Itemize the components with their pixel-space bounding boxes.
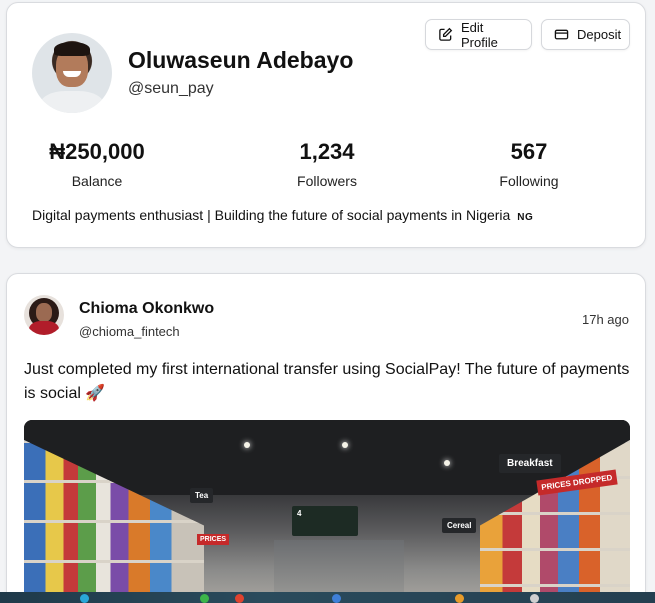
followers-value: 1,234	[299, 139, 355, 164]
edit-profile-button[interactable]: Edit Profile	[425, 19, 532, 50]
profile-handle: @seun_pay	[128, 80, 214, 97]
taskbar-icon[interactable]	[455, 594, 464, 603]
sign-left-price: PRICES	[197, 534, 230, 545]
profile-bio: Digital payments enthusiast | Building t…	[32, 207, 533, 223]
taskbar-icon[interactable]	[80, 594, 89, 603]
avatar-top	[29, 321, 59, 335]
credit-card-icon	[554, 29, 569, 40]
post-timestamp: 17h ago	[582, 312, 629, 327]
edit-profile-label: Edit Profile	[461, 19, 498, 50]
taskbar-icon[interactable]	[530, 594, 539, 603]
ceiling-light	[342, 442, 348, 448]
profile-name: Oluwaseun Adebayo	[128, 47, 354, 73]
bio-text: Digital payments enthusiast | Building t…	[32, 207, 511, 223]
following-value: 567	[510, 139, 548, 164]
stat-following[interactable]: 567 Following	[439, 139, 619, 189]
taskbar	[0, 592, 655, 603]
post-author-handle[interactable]: @chioma_fintech	[79, 324, 180, 339]
avatar-shirt	[40, 91, 104, 113]
post-image-supermarket-aisle[interactable]: Breakfast Tea Cereal 4 PRICES DROPPED PR…	[24, 420, 630, 603]
profile-avatar[interactable]	[32, 33, 112, 113]
taskbar-icon[interactable]	[332, 594, 341, 603]
stat-followers[interactable]: 1,234 Followers	[237, 139, 417, 189]
stat-balance: ₦250,000 Balance	[7, 139, 187, 189]
post-card: Chioma Okonkwo @chioma_fintech 17h ago J…	[6, 273, 646, 603]
balance-value: ₦250,000	[49, 139, 145, 164]
balance-label: Balance	[71, 173, 123, 189]
post-text: Just completed my first international tr…	[24, 361, 630, 402]
taskbar-icon[interactable]	[200, 594, 209, 603]
taskbar-icon[interactable]	[235, 594, 244, 603]
avatar-face	[36, 303, 52, 322]
sign-tea: Tea	[190, 488, 214, 503]
sign-breakfast: Breakfast	[499, 454, 561, 473]
deposit-button[interactable]: Deposit	[541, 19, 630, 50]
sign-center: 4	[292, 506, 358, 536]
ceiling-light	[444, 460, 450, 466]
profile-card: Oluwaseun Adebayo @seun_pay Edit Profile…	[6, 2, 646, 248]
nigeria-flag-icon: NG	[517, 212, 534, 223]
post-author-name[interactable]: Chioma Okonkwo	[79, 300, 214, 318]
followers-label: Followers	[297, 173, 357, 189]
avatar-hair	[54, 42, 90, 56]
following-label: Following	[499, 173, 559, 189]
pencil-square-icon	[439, 27, 453, 41]
sign-cereal: Cereal	[442, 518, 477, 533]
post-author-avatar[interactable]	[24, 295, 64, 335]
ceiling-light	[244, 442, 250, 448]
deposit-label: Deposit	[577, 27, 622, 42]
